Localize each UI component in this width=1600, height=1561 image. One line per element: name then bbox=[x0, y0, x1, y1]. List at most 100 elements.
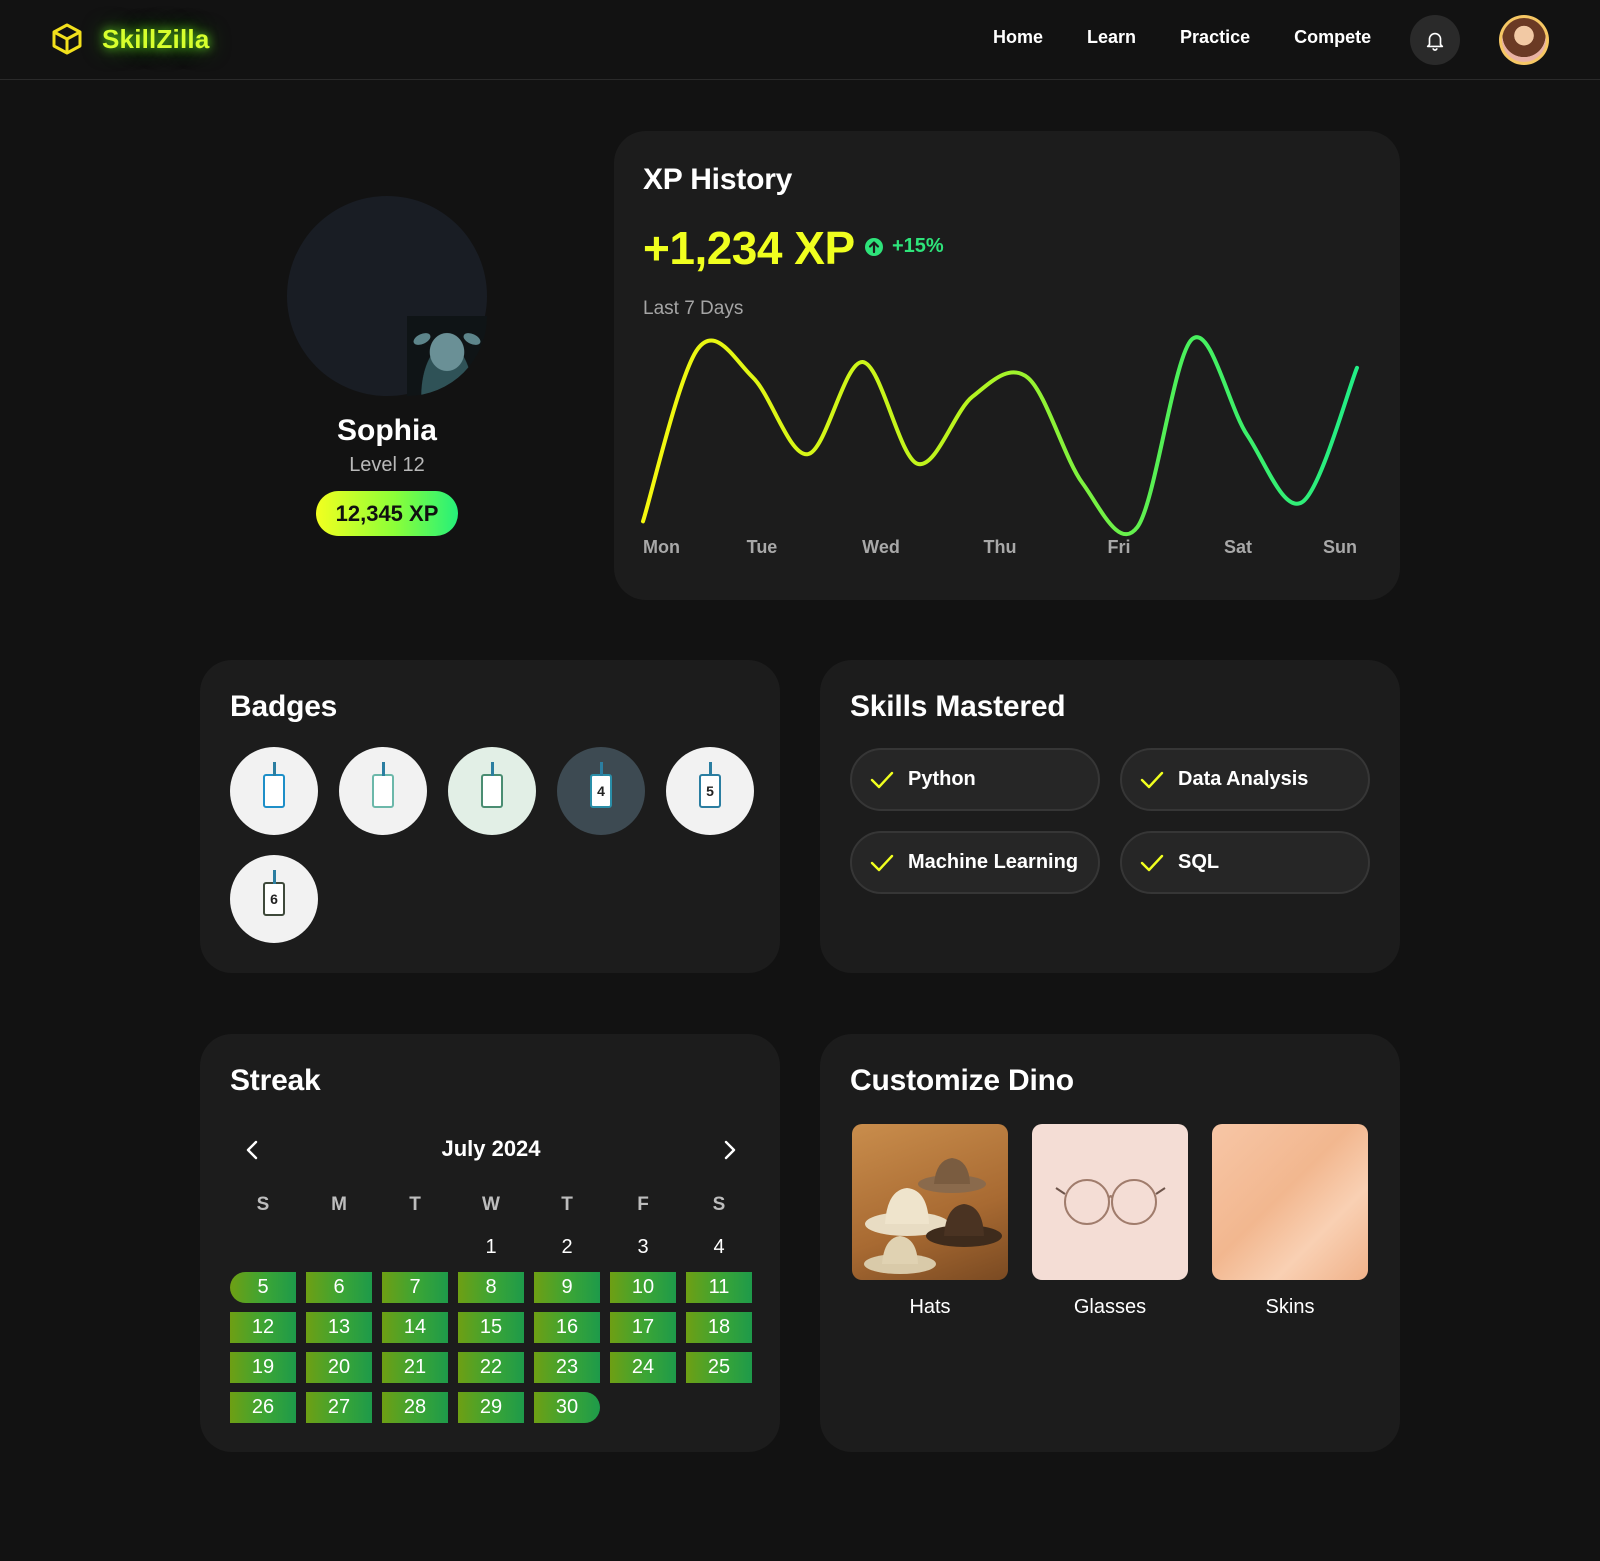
xp-series-line bbox=[641, 335, 1359, 537]
option-glasses[interactable]: Glasses bbox=[1032, 1124, 1188, 1319]
calendar-month: July 2024 bbox=[441, 1136, 541, 1161]
badge-list: 4 5 6 bbox=[230, 747, 760, 943]
calendar-day-streak[interactable]: 23 bbox=[534, 1352, 600, 1383]
nav-compete[interactable]: Compete bbox=[1294, 27, 1371, 48]
calendar-day-streak[interactable]: 25 bbox=[686, 1352, 752, 1383]
weekday-label: F bbox=[637, 1194, 649, 1215]
calendar-day-streak[interactable]: 24 bbox=[610, 1352, 676, 1383]
arrow-up-circle-icon bbox=[865, 237, 883, 256]
streak-card: Streak July 2024 SMTWTFS 1 2 3 4 5 6 7 8 9 10 11 12… bbox=[200, 1034, 780, 1452]
glasses-thumbnail bbox=[1032, 1124, 1188, 1280]
badge-1[interactable] bbox=[230, 747, 318, 835]
weekday-label: S bbox=[712, 1194, 726, 1215]
calendar-day-streak[interactable]: 12 bbox=[230, 1312, 296, 1343]
calendar-empty-cell bbox=[306, 1232, 372, 1263]
calendar-day-streak[interactable]: 15 bbox=[458, 1312, 524, 1343]
profile-summary: Sophia Level 12 12,345 XP bbox=[287, 196, 487, 536]
calendar-day-streak[interactable]: 27 bbox=[306, 1392, 372, 1423]
profile-photo[interactable] bbox=[407, 316, 487, 396]
user-avatar[interactable] bbox=[1499, 15, 1549, 65]
glasses-image bbox=[1055, 1179, 1166, 1225]
skill-label: SQL bbox=[1178, 851, 1220, 873]
calendar-day[interactable]: 1 bbox=[458, 1232, 524, 1263]
nav-home[interactable]: Home bbox=[993, 27, 1043, 48]
skill-chip[interactable]: Python bbox=[850, 748, 1100, 811]
top-bar: SkillZilla Home Learn Practice Compete bbox=[0, 0, 1600, 80]
badge-4[interactable]: 4 bbox=[557, 747, 645, 835]
badge-2[interactable] bbox=[339, 747, 427, 835]
calendar-day-streak[interactable]: 5 bbox=[230, 1272, 296, 1303]
badge-6[interactable]: 6 bbox=[230, 855, 318, 943]
skill-label: Machine Learning bbox=[908, 851, 1079, 873]
calendar-day-streak[interactable]: 7 bbox=[382, 1272, 448, 1303]
calendar-day-streak[interactable]: 16 bbox=[534, 1312, 600, 1343]
xp-history-card: XP History +1,234 XP +15% Last 7 Days Mo… bbox=[614, 131, 1400, 600]
calendar-day-streak[interactable]: 9 bbox=[534, 1272, 600, 1303]
calendar-day[interactable]: 4 bbox=[686, 1232, 752, 1263]
calendar-day-streak[interactable]: 11 bbox=[686, 1272, 752, 1303]
xp-gained-value: +1,234 XP bbox=[643, 222, 855, 274]
check-icon bbox=[870, 771, 894, 788]
calendar-day-streak[interactable]: 29 bbox=[458, 1392, 524, 1423]
nav-practice[interactable]: Practice bbox=[1180, 27, 1250, 48]
weekday-label: T bbox=[409, 1194, 421, 1215]
profile-name: Sophia bbox=[336, 414, 437, 447]
skins-thumbnail bbox=[1212, 1124, 1368, 1280]
hats-image bbox=[864, 1158, 1002, 1274]
calendar-day-streak[interactable]: 30 bbox=[534, 1392, 600, 1423]
option-hats[interactable]: Hats bbox=[852, 1124, 1008, 1319]
streak-title: Streak bbox=[230, 1064, 321, 1097]
calendar-day-streak[interactable]: 8 bbox=[458, 1272, 524, 1303]
option-skins[interactable]: Skins bbox=[1212, 1124, 1368, 1319]
chevron-right-icon[interactable] bbox=[718, 1138, 740, 1162]
calendar-header: July 2024 bbox=[230, 1134, 752, 1166]
glasses-label: Glasses bbox=[1073, 1296, 1147, 1318]
badge-5[interactable]: 5 bbox=[666, 747, 754, 835]
calendar-day-streak[interactable]: 28 bbox=[382, 1392, 448, 1423]
calendar-day-streak[interactable]: 13 bbox=[306, 1312, 372, 1343]
x-tick-label: Thu bbox=[984, 537, 1017, 557]
calendar-day-streak[interactable]: 6 bbox=[306, 1272, 372, 1303]
customize-title: Customize Dino bbox=[850, 1064, 1074, 1097]
calendar-day-streak[interactable]: 21 bbox=[382, 1352, 448, 1383]
badge-3[interactable] bbox=[448, 747, 536, 835]
calendar-day[interactable]: 2 bbox=[534, 1232, 600, 1263]
calendar-day-streak[interactable]: 22 bbox=[458, 1352, 524, 1383]
calendar-days: 1 2 3 4 5 6 7 8 9 10 11 12 13 14 15 16 17 18 19 20 21 22 23 24 2… bbox=[230, 1232, 752, 1423]
brand-name: SkillZilla bbox=[102, 23, 210, 54]
skill-chip[interactable]: Machine Learning bbox=[850, 831, 1100, 894]
notifications-button[interactable] bbox=[1410, 15, 1460, 65]
check-icon bbox=[1140, 854, 1164, 871]
weekday-label: W bbox=[482, 1194, 500, 1215]
badges-card: Badges 4 5 6 bbox=[200, 660, 780, 973]
calendar-day-streak[interactable]: 14 bbox=[382, 1312, 448, 1343]
calendar-day-streak[interactable]: 17 bbox=[610, 1312, 676, 1343]
bell-icon bbox=[1426, 32, 1444, 51]
x-tick-label: Sun bbox=[1323, 537, 1357, 557]
user-avatar-image bbox=[1502, 18, 1546, 62]
x-tick-label: Fri bbox=[1107, 537, 1130, 557]
check-icon bbox=[1140, 771, 1164, 788]
calendar-day-streak[interactable]: 18 bbox=[686, 1312, 752, 1343]
profile-level: Level 12 bbox=[349, 454, 425, 476]
calendar-day-streak[interactable]: 26 bbox=[230, 1392, 296, 1423]
skill-chip[interactable]: Data Analysis bbox=[1120, 748, 1370, 811]
hats-thumbnail bbox=[852, 1124, 1008, 1280]
calendar-empty-cell bbox=[382, 1232, 448, 1263]
x-tick-label: Sat bbox=[1224, 537, 1252, 557]
check-icon bbox=[870, 854, 894, 871]
badge-tag-icon: 6 bbox=[263, 870, 285, 916]
cube-logo-icon bbox=[52, 23, 82, 55]
nav-learn[interactable]: Learn bbox=[1087, 27, 1136, 48]
calendar-day[interactable]: 3 bbox=[610, 1232, 676, 1263]
calendar-day-streak[interactable]: 19 bbox=[230, 1352, 296, 1383]
brand[interactable]: SkillZilla bbox=[50, 22, 210, 56]
weekday-label: T bbox=[561, 1194, 573, 1215]
x-tick-label: Tue bbox=[747, 537, 778, 557]
skill-chip[interactable]: SQL bbox=[1120, 831, 1370, 894]
calendar-day-streak[interactable]: 10 bbox=[610, 1272, 676, 1303]
calendar-day-streak[interactable]: 20 bbox=[306, 1352, 372, 1383]
xp-history-title: XP History bbox=[643, 163, 793, 196]
x-tick-label: Wed bbox=[862, 537, 900, 557]
total-xp-badge: 12,345 XP bbox=[315, 491, 459, 536]
